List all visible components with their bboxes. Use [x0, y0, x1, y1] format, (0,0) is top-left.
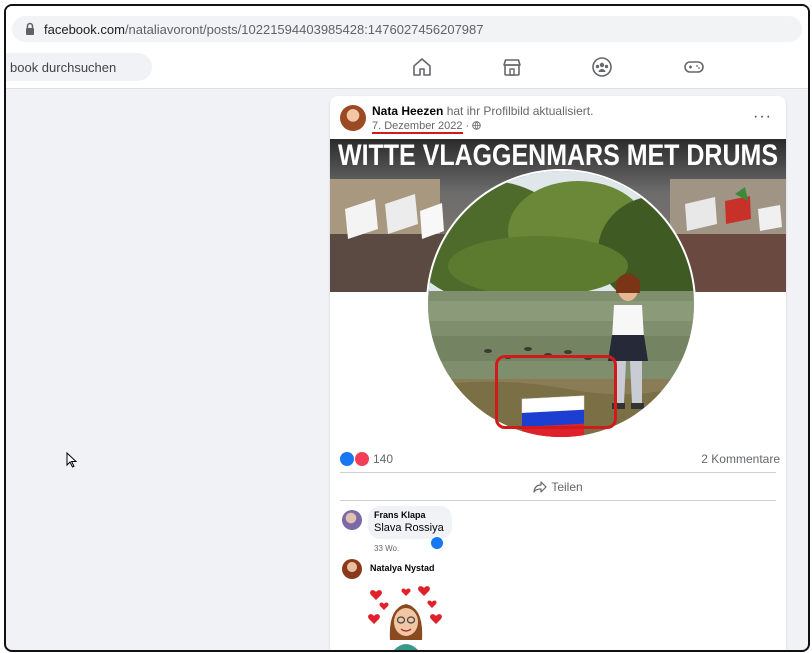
home-icon[interactable]	[410, 55, 434, 79]
globe-icon	[472, 121, 482, 130]
comment-text: Slava Rossiya	[374, 522, 444, 534]
lock-icon	[26, 22, 34, 35]
comment-time[interactable]: 33 Wo.	[374, 544, 399, 553]
facebook-top-nav: book durchsuchen	[6, 46, 808, 89]
post-options-button[interactable]: ···	[753, 108, 772, 126]
url-text: facebook.com/nataliavoront/posts/1022159…	[44, 22, 484, 37]
url-host: facebook.com	[44, 21, 125, 37]
post-meta: 7. Dezember 2022 ·	[372, 120, 482, 134]
groups-icon[interactable]	[590, 55, 614, 79]
commenter-avatar[interactable]	[342, 559, 362, 579]
gaming-icon[interactable]	[682, 55, 706, 79]
screenshot-frame: facebook.com/nataliavoront/posts/1022159…	[4, 4, 810, 652]
search-input[interactable]: book durchsuchen	[6, 53, 152, 81]
reaction-count: 140	[373, 452, 394, 466]
share-label: Teilen	[551, 480, 583, 494]
commenter-avatar[interactable]	[342, 510, 362, 530]
post-card: Nata Heezen hat ihr Profilbild aktualisi…	[330, 96, 786, 650]
mouse-cursor-icon	[66, 452, 78, 468]
share-arrow-icon	[533, 481, 547, 493]
hearts-avatar-sticker	[368, 586, 442, 650]
divider	[340, 472, 776, 473]
like-reaction-icon	[340, 452, 354, 466]
author-avatar[interactable]	[340, 105, 366, 131]
commenter-name[interactable]: Frans Klapa	[374, 510, 444, 520]
profile-picture-image[interactable]: WITTE VLAGGENMARS MET DRUMS	[330, 139, 786, 439]
post-date[interactable]: 7. Dezember 2022	[372, 120, 463, 134]
browser-url-bar: facebook.com/nataliavoront/posts/1022159…	[6, 6, 808, 46]
author-name[interactable]: Nata Heezen	[372, 104, 443, 118]
meta-separator: ·	[462, 120, 473, 132]
marketplace-icon[interactable]	[500, 55, 524, 79]
banner-text: WITTE VLAGGENMARS MET DRUMS	[338, 139, 778, 172]
comment-like-badge-icon	[430, 536, 444, 550]
flag-highlight-box	[495, 355, 617, 429]
comment-bubble: Frans Klapa Slava Rossiya	[368, 506, 452, 539]
comments-count-link[interactable]: 2 Kommentare	[701, 452, 780, 466]
post-headline: Nata Heezen hat ihr Profilbild aktualisi…	[372, 104, 593, 118]
divider	[340, 500, 776, 501]
love-reaction-icon	[355, 452, 369, 466]
url-path: /nataliavoront/posts/10221594403985428:1…	[124, 21, 484, 37]
address-field[interactable]: facebook.com/nataliavoront/posts/1022159…	[12, 16, 802, 42]
reaction-summary[interactable]: 140	[340, 452, 393, 466]
share-button[interactable]: Teilen	[330, 474, 786, 500]
post-action-text: hat ihr Profilbild aktualisiert.	[443, 104, 594, 118]
commenter-name[interactable]: Natalya Nystad	[370, 563, 435, 573]
